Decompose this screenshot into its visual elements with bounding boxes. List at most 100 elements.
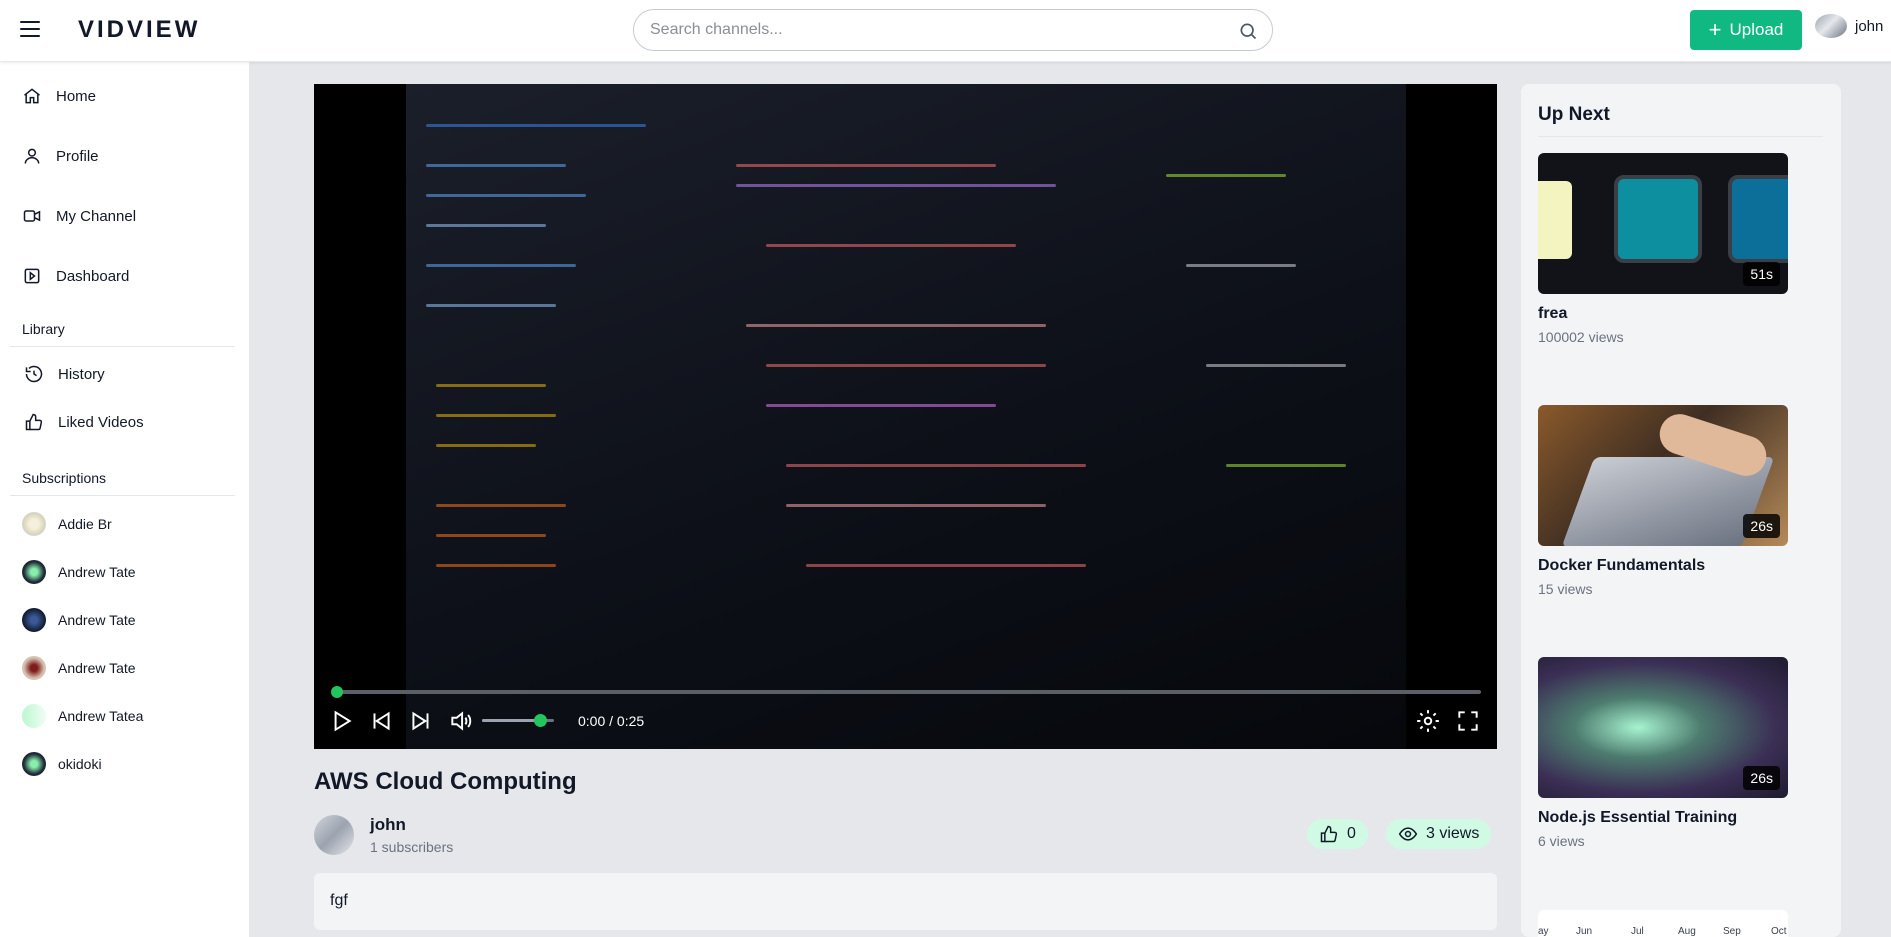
avatar — [22, 752, 46, 776]
upload-label: Upload — [1729, 20, 1784, 39]
video-title: AWS Cloud Computing — [314, 768, 577, 795]
subscriber-count: 1 subscribers — [370, 839, 454, 855]
avatar[interactable] — [314, 815, 354, 855]
divider — [10, 346, 235, 347]
thumb-label: Aug — [1678, 926, 1696, 937]
sidebar-item-dashboard[interactable]: Dashboard — [22, 266, 129, 286]
gear-icon — [1417, 710, 1439, 732]
subscription-item[interactable]: Addie Br — [22, 512, 112, 536]
up-next-card[interactable]: 26s Docker Fundamentals 15 views — [1538, 405, 1788, 597]
sidebar-item-liked-videos[interactable]: Liked Videos — [24, 412, 144, 432]
skip-forward-icon — [412, 711, 429, 731]
search-icon[interactable] — [1238, 21, 1258, 41]
app-logo[interactable]: VIDVIEW — [78, 16, 200, 44]
avatar — [1815, 14, 1847, 38]
time-display: 0:00 / 0:25 — [578, 713, 645, 729]
up-next-views: 15 views — [1538, 581, 1593, 597]
sidebar-item-home[interactable]: Home — [22, 86, 96, 106]
thumbs-up-icon — [1320, 825, 1338, 843]
user-icon — [24, 148, 40, 164]
hamburger-menu-icon[interactable] — [20, 21, 40, 39]
up-next-panel: Up Next 51s frea 100002 views 26s Docker… — [1521, 84, 1841, 937]
up-next-title[interactable]: Node.js Essential Training — [1538, 809, 1788, 827]
subscription-label: Andrew Tate — [58, 660, 136, 676]
library-heading: Library — [22, 321, 65, 337]
subscription-item[interactable]: Andrew Tate — [22, 608, 136, 632]
subscription-item[interactable]: Andrew Tate — [22, 656, 136, 680]
volume-fill — [482, 719, 540, 722]
play-icon — [334, 710, 352, 732]
video-thumbnail[interactable]: 51s — [1538, 153, 1788, 294]
previous-button[interactable] — [368, 708, 394, 734]
video-camera-icon — [23, 210, 41, 222]
up-next-title[interactable]: frea — [1538, 305, 1788, 323]
up-next-card[interactable]: 51s frea 100002 views — [1538, 153, 1788, 345]
progress-handle[interactable] — [331, 686, 343, 698]
subscription-item[interactable]: okidoki — [22, 752, 102, 776]
video-player[interactable]: 0:00 / 0:25 — [314, 84, 1497, 749]
play-button[interactable] — [328, 708, 354, 734]
sidebar-item-label: Liked Videos — [58, 413, 144, 431]
up-next-views: 100002 views — [1538, 329, 1624, 345]
subscription-label: Andrew Tate — [58, 612, 136, 628]
plus-icon: + — [1708, 17, 1722, 42]
volume-slider[interactable] — [482, 714, 554, 727]
thumbs-up-icon — [25, 413, 43, 431]
avatar — [22, 560, 46, 584]
progress-bar[interactable] — [331, 686, 1481, 698]
channel-name[interactable]: john — [370, 815, 406, 835]
volume-handle[interactable] — [533, 714, 547, 727]
volume-icon — [451, 711, 472, 731]
video-thumbnail[interactable]: 26s — [1538, 405, 1788, 546]
avatar — [22, 656, 46, 680]
sidebar-item-label: Dashboard — [56, 267, 130, 285]
like-button[interactable]: 0 — [1307, 819, 1368, 849]
username: john — [1855, 17, 1884, 35]
up-next-views: 6 views — [1538, 833, 1585, 849]
video-frame — [406, 84, 1406, 749]
sidebar: Home Profile My Channel Dashboard Librar… — [0, 62, 250, 937]
subscription-label: Andrew Tatea — [58, 708, 144, 724]
avatar — [22, 608, 46, 632]
description-text: fgf — [330, 892, 348, 909]
volume-button[interactable] — [448, 708, 474, 734]
search-input[interactable] — [650, 20, 1210, 40]
dashboard-icon — [24, 268, 40, 284]
top-header: VIDVIEW + Upload john — [0, 0, 1891, 62]
subscription-label: Andrew Tate — [58, 564, 136, 580]
settings-button[interactable] — [1415, 708, 1441, 734]
subscription-item[interactable]: Andrew Tatea — [22, 704, 143, 728]
divider — [1538, 136, 1823, 137]
upload-button[interactable]: + Upload — [1690, 10, 1802, 50]
sidebar-item-history[interactable]: History — [24, 364, 105, 384]
sidebar-item-profile[interactable]: Profile — [22, 146, 99, 166]
skip-back-icon — [373, 711, 390, 731]
sidebar-item-label: My Channel — [56, 207, 137, 225]
subscriptions-heading: Subscriptions — [22, 470, 107, 486]
up-next-card[interactable]: 26s Node.js Essential Training 6 views — [1538, 657, 1788, 849]
subscription-item[interactable]: Andrew Tate — [22, 560, 136, 584]
up-next-title[interactable]: Docker Fundamentals — [1538, 557, 1788, 575]
view-count: 3 views — [1426, 825, 1480, 842]
sidebar-item-my-channel[interactable]: My Channel — [22, 206, 136, 226]
duration-badge: 51s — [1743, 262, 1780, 286]
video-thumbnail[interactable]: ay Jun Jul Aug Sep Oct — [1538, 910, 1788, 937]
eye-icon — [1398, 827, 1418, 841]
avatar — [22, 512, 46, 536]
views-badge: 3 views — [1386, 819, 1492, 849]
history-icon — [25, 365, 43, 383]
subscription-label: Addie Br — [58, 516, 112, 532]
thumb-label: Sep — [1723, 926, 1741, 937]
divider — [10, 495, 235, 496]
fullscreen-button[interactable] — [1455, 708, 1481, 734]
video-thumbnail[interactable]: 26s — [1538, 657, 1788, 798]
sidebar-item-label: Profile — [56, 147, 99, 165]
next-button[interactable] — [408, 708, 434, 734]
thumb-label: Oct — [1771, 926, 1787, 937]
up-next-heading: Up Next — [1538, 104, 1610, 125]
user-menu[interactable]: john — [1815, 14, 1883, 38]
avatar — [22, 704, 46, 728]
duration-badge: 26s — [1743, 514, 1780, 538]
sidebar-item-label: Home — [56, 87, 97, 105]
search-bar — [633, 9, 1273, 51]
